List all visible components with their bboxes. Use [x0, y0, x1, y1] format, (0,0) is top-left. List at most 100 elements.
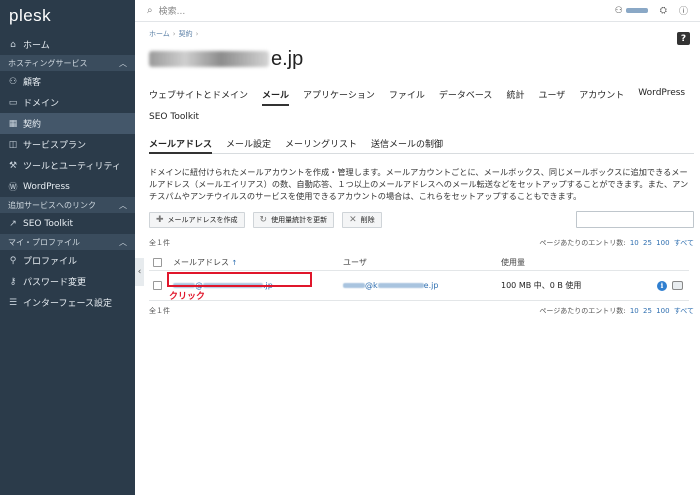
chevron-up-icon: ︿: [119, 200, 127, 210]
per-page-all[interactable]: すべて: [674, 239, 694, 247]
sidebar-item-service-plans[interactable]: ◫ サービスプラン: [0, 134, 135, 155]
search-icon: ⌕: [147, 5, 153, 16]
person-icon: ⚇: [614, 5, 623, 16]
row-checkbox[interactable]: [153, 281, 162, 290]
sidebar-item-label: SEO Toolkit: [23, 218, 74, 229]
plans-icon: ◫: [8, 139, 18, 150]
redacted-text: [377, 283, 424, 288]
main-tabs: ウェブサイトとドメイン メール アプリケーション ファイル データベース 統計 …: [149, 88, 689, 125]
user-part: e.jp: [423, 281, 439, 290]
tab-mail[interactable]: メール: [262, 88, 290, 106]
column-header-email[interactable]: メールアドレス ↑: [173, 257, 343, 268]
sidebar-collapse-button[interactable]: ‹: [135, 258, 144, 286]
sidebar-item-home[interactable]: ⌂ ホーム: [0, 34, 135, 55]
usage-value: 100 MB 中、0 B 使用: [501, 281, 582, 290]
tab-users[interactable]: ユーザ: [538, 88, 565, 106]
plus-icon: ✚: [156, 214, 164, 225]
sidebar-item-interface-settings[interactable]: ☰ インターフェース設定: [0, 292, 135, 313]
email-table: メールアドレス ↑ ユーザ 使用量 @ .jp @k e.jp 100 MB 中、0…: [149, 255, 689, 302]
sidebar-item-profile[interactable]: ⚲ プロファイル: [0, 250, 135, 271]
mailbox-icon[interactable]: [672, 281, 683, 290]
sidebar-item-password[interactable]: ⚷ パスワード変更: [0, 271, 135, 292]
subtab-mail-settings[interactable]: メール設定: [226, 137, 271, 150]
refresh-icon: ↻: [259, 214, 268, 225]
list-search-input[interactable]: [576, 211, 694, 228]
table-header: メールアドレス ↑ ユーザ 使用量: [149, 255, 689, 271]
subtab-mailing-lists[interactable]: メーリングリスト: [285, 137, 357, 150]
sidebar-item-label: 契約: [23, 120, 42, 130]
section-label: 追加サービスへのリンク: [8, 200, 96, 210]
column-label: メールアドレス: [173, 258, 229, 267]
subtab-outgoing-mail-control[interactable]: 送信メールの制御: [371, 137, 443, 150]
search-input[interactable]: 検索...: [159, 4, 615, 17]
tab-websites-domains[interactable]: ウェブサイトとドメイン: [149, 88, 248, 106]
wordpress-icon: Ⓦ: [8, 183, 18, 193]
tab-files[interactable]: ファイル: [389, 88, 425, 106]
tab-account[interactable]: アカウント: [579, 88, 624, 106]
breadcrumb-home[interactable]: ホーム: [149, 30, 170, 38]
tab-applications[interactable]: アプリケーション: [303, 88, 375, 106]
tools-icon: ⚒: [8, 160, 18, 171]
chevron-up-icon: ︿: [119, 58, 127, 68]
person-icon: ⚲: [9, 255, 17, 266]
sidebar-item-label: ドメイン: [23, 99, 60, 109]
user-part: @k: [365, 281, 378, 290]
subtab-mail-addresses[interactable]: メールアドレス: [149, 137, 213, 154]
list-count-bottom: 全１件 ページあたりのエントリ数: 10 25 100 すべて: [149, 306, 694, 316]
breadcrumb: ホーム › 契約 ›: [149, 29, 694, 39]
per-page-25[interactable]: 25: [643, 307, 652, 315]
column-header-usage[interactable]: 使用量: [501, 257, 651, 268]
sidebar-item-label: プロファイル: [23, 257, 78, 267]
sidebar-item-label: インターフェース設定: [23, 299, 113, 309]
sidebar-item-label: ツールとユーティリティ: [23, 162, 121, 172]
breadcrumb-subscriptions[interactable]: 契約: [179, 30, 193, 38]
info-icon[interactable]: i: [657, 280, 667, 291]
page-title: e.jp: [149, 47, 694, 71]
column-header-user[interactable]: ユーザ: [343, 257, 501, 268]
sidebar-section-hosting[interactable]: ホスティングサービス ︿: [0, 55, 135, 71]
tab-seo-toolkit[interactable]: SEO Toolkit: [149, 112, 199, 125]
sidebar-item-wordpress[interactable]: Ⓦ WordPress: [0, 176, 135, 197]
user-menu[interactable]: ⚇: [615, 6, 648, 16]
create-email-button[interactable]: ✚ メールアドレスを作成: [149, 211, 245, 228]
mail-subtabs: メールアドレス メール設定 メーリングリスト 送信メールの制御: [149, 137, 694, 154]
sidebar-item-seo-toolkit[interactable]: ↗ SEO Toolkit: [0, 213, 135, 234]
top-right-controls: ⚇ ⛭ ⓘ: [615, 4, 688, 18]
plesk-logo[interactable]: plesk: [0, 0, 135, 34]
section-label: ホスティングサービス: [8, 58, 88, 68]
button-label: 使用量統計を更新: [271, 215, 328, 224]
sidebar-item-subscriptions[interactable]: ▦ 契約: [0, 113, 135, 134]
per-page-100[interactable]: 100: [656, 239, 669, 247]
help-icon[interactable]: ⓘ: [679, 4, 688, 17]
tab-statistics[interactable]: 統計: [506, 88, 524, 106]
page-title-text: e.jp: [271, 47, 304, 70]
per-page-100[interactable]: 100: [656, 307, 669, 315]
button-label: 削除: [360, 215, 375, 224]
notifications-icon[interactable]: ⛭: [660, 6, 667, 16]
sidebar-item-label: 顧客: [23, 78, 42, 88]
sidebar-item-tools[interactable]: ⚒ ツールとユーティリティ: [0, 155, 135, 176]
button-label: メールアドレスを作成: [167, 215, 238, 224]
per-page-label: ページあたりのエントリ数:: [539, 239, 626, 247]
sidebar-item-domains[interactable]: ▭ ドメイン: [0, 92, 135, 113]
tab-databases[interactable]: データベース: [439, 88, 493, 106]
per-page-10[interactable]: 10: [630, 239, 639, 247]
sidebar-section-links[interactable]: 追加サービスへのリンク ︿: [0, 197, 135, 213]
per-page-10[interactable]: 10: [630, 307, 639, 315]
per-page-all[interactable]: すべて: [674, 307, 694, 315]
sidebar-item-customers[interactable]: ⚇ 顧客: [0, 71, 135, 92]
total-count: 全１件: [149, 307, 170, 315]
sidebar-section-profile[interactable]: マイ・プロファイル ︿: [0, 234, 135, 250]
main-content: ホーム › 契約 › e.jp ウェブサイトとドメイン メール アプリケーション ファ…: [149, 22, 694, 316]
delete-button[interactable]: ✕ 削除: [342, 211, 382, 228]
tab-wordpress[interactable]: WordPress: [638, 88, 685, 106]
sidebar-item-label: ホーム: [23, 41, 50, 51]
update-usage-stats-button[interactable]: ↻ 使用量統計を更新: [252, 211, 335, 228]
seo-icon: ↗: [9, 218, 17, 229]
select-all-checkbox[interactable]: [153, 258, 162, 267]
user-name-redacted: [625, 7, 648, 13]
key-icon: ⚷: [9, 276, 17, 287]
user-link[interactable]: @k e.jp: [343, 281, 501, 290]
domain-name-redacted: [149, 51, 269, 67]
per-page-25[interactable]: 25: [643, 239, 652, 247]
